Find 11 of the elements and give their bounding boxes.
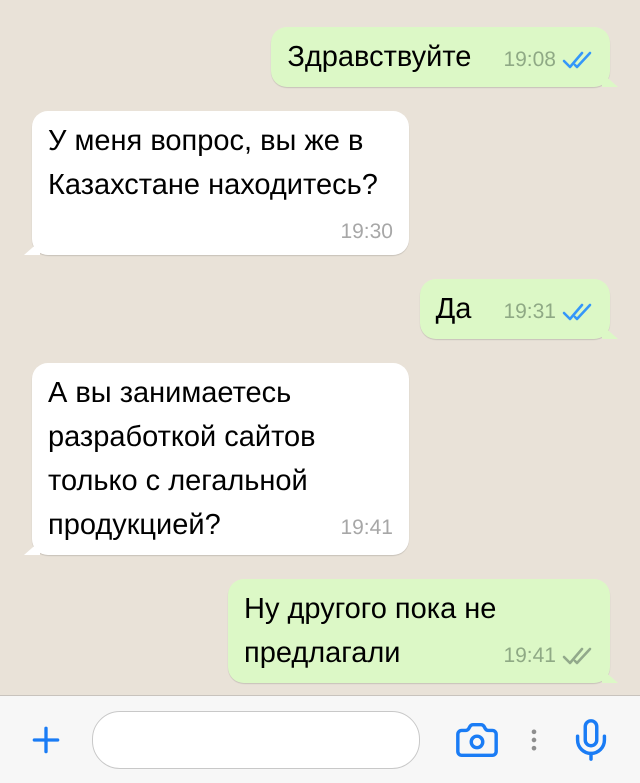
message-text: А вы занимаетесь разработкой сайтов только с легальной продукцией? — [48, 377, 316, 541]
message-time: 19:31 — [503, 299, 556, 325]
message-time: 19:08 — [503, 47, 556, 73]
message-text: У меня вопрос, вы же в Казахстане находитесь? — [48, 125, 378, 201]
message-time: 19:30 — [340, 219, 393, 245]
message-time: 19:41 — [340, 515, 393, 541]
message-text: Здравствуйте — [287, 41, 472, 73]
message-text: Ну другого пока не предлагали — [244, 593, 496, 669]
message-input-field[interactable] — [92, 710, 420, 768]
message-time: 19:41 — [503, 643, 556, 669]
message-text: Да — [436, 293, 472, 325]
